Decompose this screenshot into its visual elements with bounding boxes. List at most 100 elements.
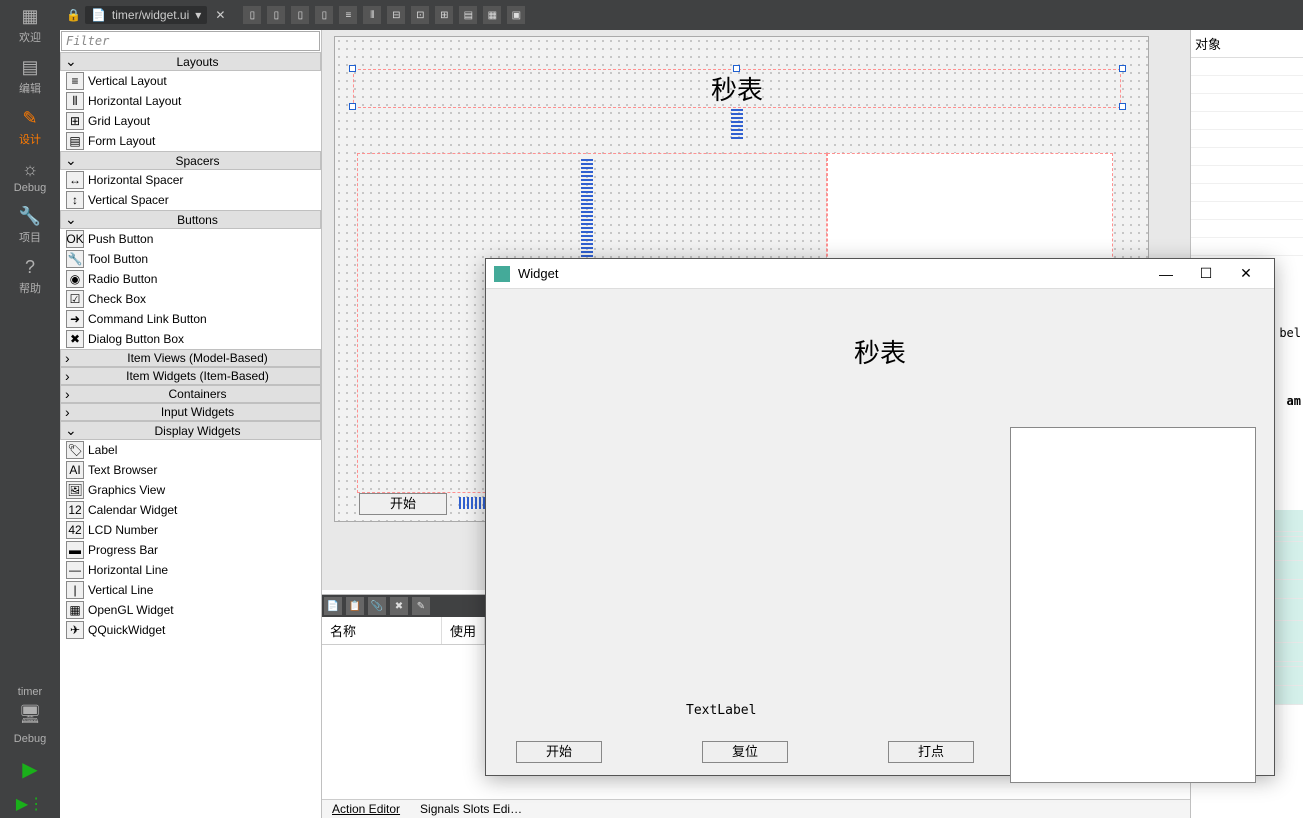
widget-item[interactable]: 🔧Tool Button [60,249,321,269]
layout-b-icon[interactable]: ▯ [315,6,333,24]
layout-v-icon[interactable]: ▯ [243,6,261,24]
widget-item[interactable]: ≡Vertical Layout [60,71,321,91]
vlines-icon[interactable]: ⦀ [363,6,381,24]
selection-handle[interactable] [349,103,356,110]
hlines-icon[interactable]: ≡ [339,6,357,24]
widget-item[interactable]: —Horizontal Line [60,560,321,580]
widget-item[interactable]: OKPush Button [60,229,321,249]
widget-item[interactable]: AIText Browser [60,460,321,480]
category-header[interactable]: ⌄Spacers [60,151,321,170]
lock-icon: 🔒 [66,8,81,22]
action-new-icon[interactable]: 📄 [324,597,342,615]
kit-monitor-icon[interactable]: 🖥 [0,702,60,729]
reset-button[interactable]: 复位 [702,741,788,763]
action-paste-icon[interactable]: 📎 [368,597,386,615]
object-row[interactable] [1191,130,1303,148]
selection-handle[interactable] [349,65,356,72]
widget-item[interactable]: ↕Vertical Spacer [60,190,321,210]
design-toolbar-icons: ▯ ▯ ▯ ▯ ≡ ⦀ ⊟ ⊡ ⊞ ▤ ▦ ▣ [243,6,525,24]
widget-filter-input[interactable]: Filter [61,31,320,51]
widget-item[interactable]: ⦀Horizontal Layout [60,91,321,111]
laps-listbox[interactable] [1010,427,1256,783]
category-header[interactable]: ⌄Display Widgets [60,421,321,440]
object-row[interactable] [1191,112,1303,130]
signals-slots-tab[interactable]: Signals Slots Edi… [420,802,522,816]
widget-item[interactable]: |Vertical Line [60,580,321,600]
vertical-spacer-widget-2[interactable] [581,157,593,257]
mode-design[interactable]: ✎设计 [0,102,60,153]
minimize-button[interactable]: — [1146,266,1186,282]
selection-handle[interactable] [1119,65,1126,72]
split-h-icon[interactable]: ⊟ [387,6,405,24]
action-col-name[interactable]: 名称 [322,617,442,644]
category-header[interactable]: ⌄Layouts [60,52,321,71]
title-label-widget[interactable]: 秒表 [353,69,1121,108]
action-editor-tab[interactable]: Action Editor [332,802,400,816]
object-row[interactable] [1191,184,1303,202]
widget-item[interactable]: ▬Progress Bar [60,540,321,560]
widget-icon: AI [66,461,84,479]
object-row[interactable] [1191,148,1303,166]
run-button[interactable]: ▶ [0,749,60,790]
widget-item[interactable]: 🖼Graphics View [60,480,321,500]
widget-item[interactable]: ◉Radio Button [60,269,321,289]
mode-edit[interactable]: ▤编辑 [0,51,60,102]
category-header[interactable]: ›Item Widgets (Item-Based) [60,367,321,385]
close-button[interactable]: ✕ [1226,265,1266,282]
category-header[interactable]: ›Containers [60,385,321,403]
maximize-button[interactable]: ☐ [1186,265,1226,282]
widget-label: Tool Button [88,252,148,266]
widget-item[interactable]: ↔Horizontal Spacer [60,170,321,190]
mode-welcome[interactable]: ▦欢迎 [0,0,60,51]
file-tab[interactable]: 📄 timer/widget.ui ▾ [85,6,207,24]
action-delete-icon[interactable]: ✖ [390,597,408,615]
close-tab-button[interactable]: ✕ [211,8,229,22]
mode-debug[interactable]: ☼Debug [0,153,60,200]
object-row[interactable] [1191,58,1303,76]
action-col-used[interactable]: 使用 [442,617,485,644]
widget-item[interactable]: ☑Check Box [60,289,321,309]
action-edit-icon[interactable]: ✎ [412,597,430,615]
layout-g-icon[interactable]: ▯ [291,6,309,24]
widget-item[interactable]: 🏷Label [60,440,321,460]
widget-item[interactable]: 42LCD Number [60,520,321,540]
start-button-widget[interactable]: 开始 [359,493,447,515]
mode-projects[interactable]: 🔧项目 [0,200,60,251]
widget-item[interactable]: ⊞Grid Layout [60,111,321,131]
start-button[interactable]: 开始 [516,741,602,763]
object-row[interactable] [1191,94,1303,112]
object-row[interactable] [1191,220,1303,238]
widget-item[interactable]: ▤Form Layout [60,131,321,151]
selection-handle[interactable] [733,65,740,72]
form-icon[interactable]: ▤ [459,6,477,24]
widget-item[interactable]: ✖Dialog Button Box [60,329,321,349]
break-icon[interactable]: ▦ [483,6,501,24]
adjust-icon[interactable]: ▣ [507,6,525,24]
widget-item[interactable]: ➜Command Link Button [60,309,321,329]
action-copy-icon[interactable]: 📋 [346,597,364,615]
category-header[interactable]: ›Input Widgets [60,403,321,421]
object-row[interactable] [1191,166,1303,184]
widget-item[interactable]: ▦OpenGL Widget [60,600,321,620]
chevron-icon: ⌄ [65,53,79,70]
object-row[interactable] [1191,76,1303,94]
selection-handle[interactable] [1119,103,1126,110]
widget-item[interactable]: 12Calendar Widget [60,500,321,520]
widget-icon: ◉ [66,270,84,288]
widget-item[interactable]: ✈QQuickWidget [60,620,321,640]
vertical-spacer-widget[interactable] [731,109,743,139]
category-header[interactable]: ⌄Buttons [60,210,321,229]
window-titlebar[interactable]: Widget — ☐ ✕ [486,259,1274,289]
lap-button[interactable]: 打点 [888,741,974,763]
category-label: Input Widgets [79,405,316,419]
file-path: timer/widget.ui [112,8,189,22]
debug-run-button[interactable]: ▶⋮ [0,790,60,818]
split-v-icon[interactable]: ⊡ [411,6,429,24]
grid-icon[interactable]: ⊞ [435,6,453,24]
object-row[interactable] [1191,202,1303,220]
category-header[interactable]: ›Item Views (Model-Based) [60,349,321,367]
pencil-icon: ✎ [22,108,37,129]
mode-help[interactable]: ?帮助 [0,251,60,302]
layout-s-icon[interactable]: ▯ [267,6,285,24]
object-row[interactable] [1191,238,1303,256]
